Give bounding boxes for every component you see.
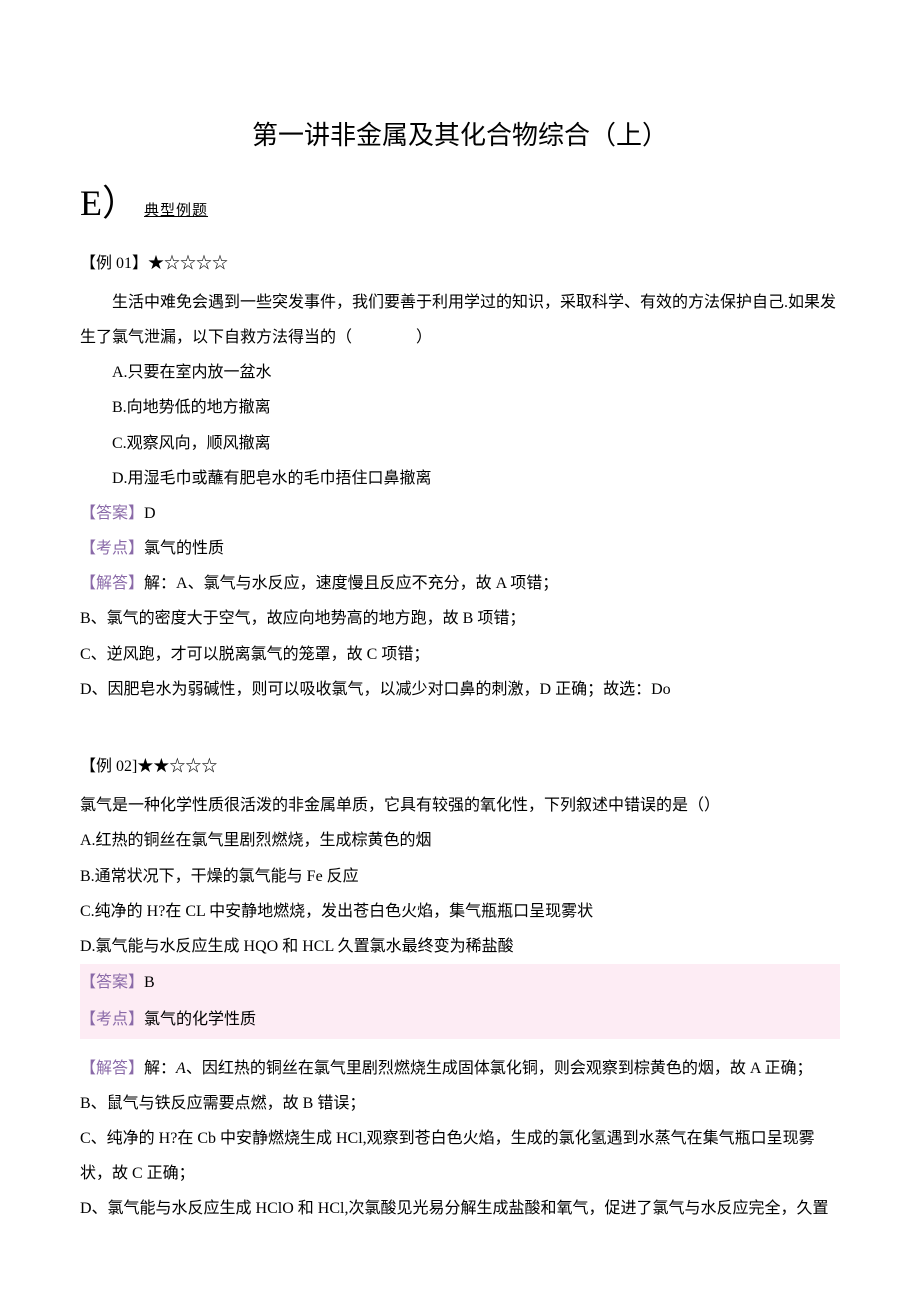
point-tag: 【考点】 bbox=[80, 540, 144, 557]
example-01-solve-c: C、逆风跑，才可以脱离氯气的笼罩，故 C 项错； bbox=[80, 637, 840, 672]
example-02-solve-b: B、鼠气与铁反应需要点燃，故 B 错误； bbox=[80, 1086, 840, 1121]
example-01-point: 【考点】氯气的性质 bbox=[80, 531, 840, 566]
example-01-option-d: D.用湿毛巾或蘸有肥皂水的毛巾捂住口鼻撤离 bbox=[112, 461, 840, 496]
answer-value: D bbox=[144, 505, 156, 522]
example-01-option-a: A.只要在室内放一盆水 bbox=[112, 355, 840, 390]
example-01-solve-a: 【解答】解：A、氯气与水反应，速度慢且反应不充分，故 A 项错； bbox=[80, 566, 840, 601]
example-01-header: 【例 01】★☆☆☆☆ bbox=[80, 246, 840, 281]
example-02-option-b: B.通常状况下，干燥的氯气能与 Fe 反应 bbox=[80, 859, 840, 894]
solve-text: 解：A、氯气与水反应，速度慢且反应不充分，故 A 项错； bbox=[144, 575, 558, 592]
section-marker: E） bbox=[80, 185, 138, 221]
example-02-solve-c-line2: 状，故 C 正确； bbox=[80, 1156, 840, 1191]
point-value: 氯气的化学性质 bbox=[144, 1011, 256, 1028]
example-02-solve-a: 【解答】解：A、因红热的铜丝在氯气里剧烈燃烧生成固体氯化铜，则会观察到棕黄色的烟… bbox=[80, 1051, 840, 1086]
answer-value: B bbox=[144, 974, 155, 991]
example-02-option-a: A.红热的铜丝在氯气里剧烈燃烧，生成棕黄色的烟 bbox=[80, 823, 840, 858]
example-02-point: 【考点】氯气的化学性质 bbox=[80, 1001, 840, 1038]
example-01-option-b: B.向地势低的地方撤离 bbox=[112, 390, 840, 425]
star-rating: ★★☆☆☆ bbox=[137, 758, 217, 775]
example-label: 【例 01】 bbox=[80, 255, 148, 272]
point-tag: 【考点】 bbox=[80, 1011, 144, 1028]
example-01-stem-line1: 生活中难免会遇到一些突发事件，我们要善于利用学过的知识，采取科学、有效的方法保护… bbox=[80, 285, 840, 320]
solve-tag: 【解答】 bbox=[80, 1060, 144, 1077]
star-rating: ★☆☆☆☆ bbox=[148, 255, 228, 272]
section-header: E） 典型例题 bbox=[80, 185, 840, 228]
answer-tag: 【答案】 bbox=[80, 505, 144, 522]
example-label: 【例 02] bbox=[80, 758, 137, 775]
solve-post: 、因红热的铜丝在氯气里剧烈燃烧生成固体氯化铜，则会观察到棕黄色的烟，故 A 正确… bbox=[186, 1060, 813, 1077]
example-01-stem-line2: 生了氯气泄漏，以下自救方法得当的（ ） bbox=[80, 320, 840, 355]
solve-a-italic: A bbox=[176, 1060, 186, 1077]
example-01-answer: 【答案】D bbox=[80, 496, 840, 531]
solve-pre: 解： bbox=[144, 1060, 176, 1077]
solve-tag: 【解答】 bbox=[80, 575, 144, 592]
answer-tag: 【答案】 bbox=[80, 974, 144, 991]
page-title: 第一讲非金属及其化合物综合（上） bbox=[80, 107, 840, 164]
point-value: 氯气的性质 bbox=[144, 540, 224, 557]
example-02-option-c: C.纯净的 H?在 CL 中安静地燃烧，发出苍白色火焰，集气瓶瓶口呈现雾状 bbox=[80, 894, 840, 929]
example-01-option-c: C.观察风向，顺风撤离 bbox=[112, 426, 840, 461]
example-02-header: 【例 02]★★☆☆☆ bbox=[80, 749, 840, 784]
example-02-answer: 【答案】B bbox=[80, 964, 840, 1001]
section-label: 典型例题 bbox=[144, 195, 208, 228]
example-02-solve-c-line1: C、纯净的 H?在 Cb 中安静燃烧生成 HCl,观察到苍白色火焰，生成的氯化氢… bbox=[80, 1121, 840, 1156]
example-02-stem: 氯气是一种化学性质很活泼的非金属单质，它具有较强的氧化性，下列叙述中错误的是（） bbox=[80, 788, 840, 823]
example-01-solve-d: D、因肥皂水为弱碱性，则可以吸收氯气，以减少对口鼻的刺激，D 正确；故选：Do bbox=[80, 672, 840, 707]
example-01-solve-b: B、氯气的密度大于空气，故应向地势高的地方跑，故 B 项错； bbox=[80, 601, 840, 636]
example-02-solve-d: D、氯气能与水反应生成 HClO 和 HCl,次氯酸见光易分解生成盐酸和氧气，促… bbox=[80, 1191, 840, 1226]
example-02-option-d: D.氯气能与水反应生成 HQO 和 HCL 久置氯水最终变为稀盐酸 bbox=[80, 929, 840, 964]
